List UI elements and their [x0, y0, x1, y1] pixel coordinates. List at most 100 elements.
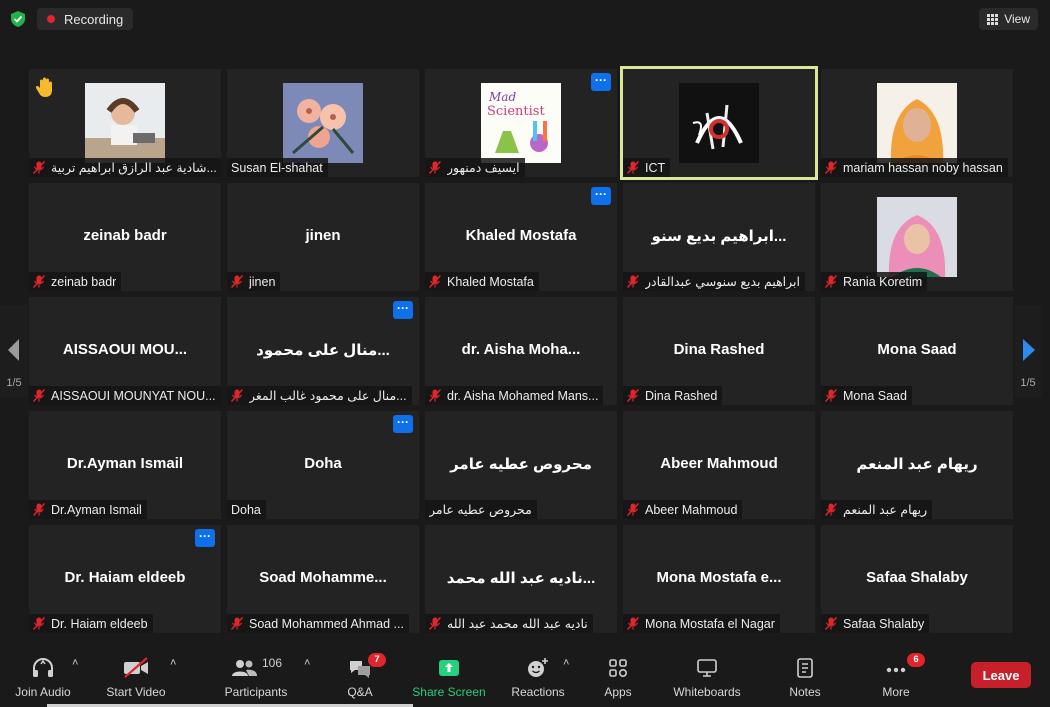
participant-tile[interactable]: AISSAOUI MOU... AISSAOUI MOUNYAT NOU...: [29, 297, 221, 405]
participant-tile[interactable]: محروص عطيه عامر محروص عطيه عامر: [425, 411, 617, 519]
participant-display-name: Mona Saad: [877, 341, 957, 358]
svg-text:Scientist: Scientist: [487, 104, 545, 119]
participant-name-label: Doha: [227, 500, 266, 519]
qa-badge: 7: [368, 653, 386, 667]
mic-muted-icon: [626, 389, 640, 402]
participants-options-chevron-icon[interactable]: ˄: [304, 657, 310, 669]
more-button[interactable]: More 6: [876, 653, 925, 699]
participant-name: Safaa Shalaby: [843, 616, 925, 631]
participant-tile[interactable]: mariam hassan noby hassan: [821, 69, 1013, 177]
participant-avatar: [283, 83, 363, 163]
participant-avatar: [85, 83, 165, 163]
apps-button[interactable]: Apps: [598, 653, 638, 699]
participant-tile[interactable]: Mona Saad Mona Saad: [821, 297, 1013, 405]
participant-name: Khaled Mostafa: [447, 274, 534, 289]
participant-name: Soad Mohammed Ahmad ...: [249, 616, 404, 631]
participant-tile[interactable]: Safaa Shalaby Safaa Shalaby: [821, 525, 1013, 633]
tile-more-options-button[interactable]: ···: [591, 73, 611, 91]
participant-tile[interactable]: Dina Rashed Dina Rashed: [623, 297, 815, 405]
participant-tile[interactable]: ابراهيم بديع سنو... ابراهيم بديع سنوسي عب…: [623, 183, 815, 291]
participant-name: jinen: [249, 274, 276, 289]
participant-name-label: Dr.Ayman Ismail: [29, 500, 147, 519]
participant-tile[interactable]: Rania Koretim: [821, 183, 1013, 291]
participant-avatar: Mad Scientist: [481, 83, 561, 163]
reactions-smiley-icon: [528, 658, 548, 677]
mic-muted-icon: [32, 617, 46, 630]
participant-avatar: [877, 83, 957, 163]
apps-icon: [609, 659, 628, 678]
mic-muted-icon: [428, 389, 442, 402]
participant-tile[interactable]: Dr. Haiam eldeeb ··· Dr. Haiam eldeeb: [29, 525, 221, 633]
participant-tile[interactable]: Doha ··· Doha: [227, 411, 419, 519]
whiteboards-button[interactable]: Whiteboards: [668, 653, 746, 699]
more-label: More: [882, 685, 910, 699]
participant-tile[interactable]: Susan El-shahat: [227, 69, 419, 177]
participant-name: Mona Saad: [843, 388, 907, 403]
notes-icon: [797, 658, 813, 678]
participant-name-label: منال على محمود غالب المغر...: [227, 386, 412, 405]
participant-avatar: [679, 83, 759, 163]
recording-label: Recording: [64, 11, 124, 27]
participant-tile[interactable]: Soad Mohamme... Soad Mohammed Ahmad ...: [227, 525, 419, 633]
mic-muted-icon: [626, 275, 640, 288]
meeting-toolbar: Join Audio ˄ Start Video ˄ 106 Participa…: [0, 649, 1050, 707]
participant-name: ناديه عبد الله محمد عبد الله: [447, 617, 588, 631]
participant-display-name: ريهام عبد المنعم: [856, 456, 978, 473]
participants-label: Participants: [224, 685, 288, 699]
reactions-label: Reactions: [511, 685, 565, 699]
participants-button[interactable]: 106 Participants: [222, 653, 290, 699]
tile-more-options-button[interactable]: ···: [393, 415, 413, 433]
participant-name: محروص عطيه عامر: [429, 503, 532, 517]
tile-more-options-button[interactable]: ···: [591, 187, 611, 205]
participant-name: dr. Aisha Mohamed Mans...: [447, 388, 599, 403]
notes-button[interactable]: Notes: [784, 653, 826, 699]
participant-display-name: Safaa Shalaby: [866, 569, 968, 586]
mic-muted-icon: [824, 617, 838, 630]
participant-tile[interactable]: dr. Aisha Moha... dr. Aisha Mohamed Mans.…: [425, 297, 617, 405]
shield-check-icon[interactable]: [9, 10, 27, 28]
audio-options-chevron-icon[interactable]: ˄: [72, 657, 78, 669]
participant-tile[interactable]: Mad Scientist ··· ايسيف دمنهور: [425, 69, 617, 177]
participant-tile[interactable]: Khaled Mostafa ··· Khaled Mostafa: [425, 183, 617, 291]
next-page-button[interactable]: 1/5: [1014, 305, 1042, 397]
mic-muted-icon: [626, 617, 640, 630]
tile-more-options-button[interactable]: ···: [195, 529, 215, 547]
participant-name-label: Mona Mostafa el Nagar: [623, 614, 780, 633]
participant-name: ايسيف دمنهور: [447, 161, 520, 175]
arrow-left-icon: [8, 339, 19, 361]
share-screen-button[interactable]: Share Screen: [412, 653, 486, 699]
reactions-button[interactable]: Reactions: [509, 653, 567, 699]
whiteboards-label: Whiteboards: [673, 685, 741, 699]
participant-grid: شادية عبد الرازق ابراهيم تربية... Susan E…: [29, 66, 1014, 634]
mic-muted-icon: [626, 503, 640, 516]
participant-tile[interactable]: شادية عبد الرازق ابراهيم تربية...: [29, 69, 221, 177]
participant-tile[interactable]: zeinab badr zeinab badr: [29, 183, 221, 291]
previous-page-button[interactable]: 1/5: [0, 305, 28, 397]
participant-tile[interactable]: Mona Mostafa e... Mona Mostafa el Nagar: [623, 525, 815, 633]
qa-button[interactable]: Q&A 7: [338, 653, 386, 699]
participant-tile[interactable]: ناديه عبد الله محمد... ناديه عبد الله محم…: [425, 525, 617, 633]
leave-button[interactable]: Leave: [971, 662, 1031, 688]
participant-tile[interactable]: Abeer Mahmoud Abeer Mahmoud: [623, 411, 815, 519]
participant-name-label: ابراهيم بديع سنوسي عبدالقادر: [623, 272, 805, 291]
participant-tile[interactable]: Dr.Ayman Ismail Dr.Ayman Ismail: [29, 411, 221, 519]
participant-display-name: Mona Mostafa e...: [656, 569, 782, 586]
view-button[interactable]: View: [979, 8, 1038, 30]
recording-indicator[interactable]: Recording: [37, 8, 134, 30]
participant-tile[interactable]: ريهام عبد المنعم ريهام عبد المنعم: [821, 411, 1013, 519]
mic-muted-icon: [824, 389, 838, 402]
video-options-chevron-icon[interactable]: ˄: [170, 657, 176, 669]
participant-tile[interactable]: jinen jinen: [227, 183, 419, 291]
apps-label: Apps: [604, 685, 632, 699]
mic-muted-icon: [230, 275, 244, 288]
join-audio-button[interactable]: Join Audio: [12, 653, 74, 699]
participant-tile[interactable]: ICT: [620, 66, 818, 180]
tile-more-options-button[interactable]: ···: [393, 301, 413, 319]
reactions-options-chevron-icon[interactable]: ˄: [563, 657, 569, 669]
mic-muted-icon: [230, 389, 244, 402]
participant-tile[interactable]: منال على محمود... ··· منال على محمود غالب …: [227, 297, 419, 405]
more-dots-icon: [886, 667, 906, 673]
participant-display-name: jinen: [305, 227, 341, 244]
start-video-button[interactable]: Start Video: [104, 653, 168, 699]
participant-name-label: Safaa Shalaby: [821, 614, 930, 633]
